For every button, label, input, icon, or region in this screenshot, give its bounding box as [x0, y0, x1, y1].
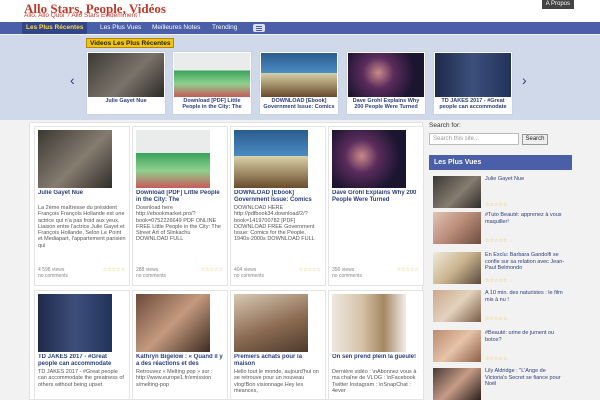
slider-prev-icon[interactable]: ‹: [70, 73, 75, 87]
popular-item[interactable]: #Tuto Beauté: apprenez à vous maquiller!…: [429, 210, 572, 246]
slide-item[interactable]: DOWNLOAD [Ebook] Government Issue: Comic…: [259, 51, 339, 115]
main-nav: Les Plus Récentes Les Plus Vues Meilleur…: [0, 22, 600, 34]
popular-thumbnail[interactable]: [433, 330, 481, 362]
search-button[interactable]: Search: [522, 134, 548, 145]
card-title[interactable]: Download [PDF] Little People in the City…: [136, 190, 224, 204]
card-excerpt: DOWNLOAD HERE http://pdfbook34.download/…: [234, 205, 315, 243]
video-card: Dave Grohl Explains Why 200 People Were …: [328, 126, 424, 286]
popular-title[interactable]: A 10 min. des naturistes : le film mis à…: [485, 290, 569, 303]
popular-item[interactable]: A 10 min. des naturistes : le film mis à…: [429, 288, 572, 324]
sidebar: Search for: Search this site... Search L…: [429, 122, 572, 400]
popular-title[interactable]: #Beauté: urine de jument ou botox?: [485, 330, 569, 343]
card-title[interactable]: On sen prend plein la gueule!: [332, 354, 420, 368]
video-grid: Julie Gayet Nue La 2ème maîtresse du pré…: [29, 122, 424, 400]
star-rating-icon[interactable]: ☆☆☆☆☆: [103, 267, 125, 273]
star-rating-icon[interactable]: ☆☆☆☆☆: [485, 202, 507, 208]
star-rating-icon[interactable]: ☆☆☆☆☆: [299, 267, 321, 273]
card-excerpt: Download here http://ebookmarket.pro/?bo…: [136, 205, 221, 243]
star-rating-icon[interactable]: ☆☆☆☆☆: [485, 238, 507, 244]
slide-item[interactable]: Download [PDF] Little People in the City…: [172, 51, 252, 115]
slide-item[interactable]: Julie Gayet Nue: [86, 51, 166, 115]
comment-count[interactable]: no comments: [38, 273, 68, 279]
slide-caption[interactable]: Download [PDF] Little People in the City…: [175, 98, 249, 112]
card-excerpt: Retrouvez « Melting pop » sur : http://w…: [136, 369, 213, 388]
video-thumbnail[interactable]: [38, 130, 112, 188]
site-header: Allo Stars, People, Vidéos Allo, Allo Qu…: [0, 0, 600, 22]
video-thumbnail[interactable]: [234, 294, 308, 352]
card-title[interactable]: TD JAKES 2017 - #Great people can accomm…: [38, 354, 126, 368]
slide-caption[interactable]: Julie Gayet Nue: [89, 98, 163, 112]
slide-caption[interactable]: TD JAKES 2017 - #Great people can accomm…: [436, 98, 510, 112]
video-card: On sen prend plein la gueule! Dernière v…: [328, 290, 424, 400]
video-thumbnail[interactable]: [234, 130, 308, 188]
site-tagline: Allo, Allo Quoi ? Allo Stars Evidemment …: [24, 12, 141, 19]
popular-item[interactable]: En Exclu: Barbara Gandolfi se confie sur…: [429, 250, 572, 286]
slide-caption[interactable]: Dave Grohl Explains Why 200 People Were …: [349, 98, 423, 112]
nav-item-most-viewed[interactable]: Les Plus Vues: [100, 22, 141, 34]
video-thumbnail[interactable]: [136, 294, 210, 352]
slide-item[interactable]: Dave Grohl Explains Why 200 People Were …: [346, 51, 426, 115]
popular-title[interactable]: Julie Gayet Nue: [485, 176, 569, 183]
comment-count[interactable]: no comments: [332, 273, 362, 279]
card-title[interactable]: Dave Grohl Explains Why 200 People Were …: [332, 190, 420, 204]
slide-item[interactable]: TD JAKES 2017 - #Great people can accomm…: [433, 51, 513, 115]
card-excerpt: TD JAKES 2017 - #Great people can accomm…: [38, 369, 124, 388]
video-thumbnail[interactable]: [435, 53, 511, 97]
card-title[interactable]: DOWNLOAD [Ebook] Government Issue: Comic…: [234, 190, 322, 204]
video-card: Download [PDF] Little People in the City…: [132, 126, 228, 286]
star-rating-icon[interactable]: ☆☆☆☆☆: [485, 278, 507, 284]
video-thumbnail[interactable]: [348, 53, 424, 97]
video-thumbnail[interactable]: [174, 53, 250, 97]
card-title[interactable]: Premiers achats pour la maison: [234, 354, 322, 368]
popular-title[interactable]: En Exclu: Barbara Gandolfi se confie sur…: [485, 252, 569, 272]
comment-count[interactable]: no comments: [136, 273, 166, 279]
video-thumbnail[interactable]: [38, 294, 112, 352]
star-rating-icon[interactable]: ☆☆☆☆☆: [485, 356, 507, 362]
about-link[interactable]: A Propos: [541, 0, 574, 9]
slider-label: Videos Les Plus Récentes: [86, 38, 175, 48]
video-card: TD JAKES 2017 - #Great people can accomm…: [34, 290, 130, 400]
video-card: DOWNLOAD [Ebook] Government Issue: Comic…: [230, 126, 326, 286]
comment-count[interactable]: no comments: [234, 273, 264, 279]
video-card: Julie Gayet Nue La 2ème maîtresse du pré…: [34, 126, 130, 286]
video-card: Premiers achats pour la maison Hello tou…: [230, 290, 326, 400]
video-thumbnail[interactable]: [332, 294, 406, 352]
video-thumbnail[interactable]: [136, 130, 210, 188]
star-rating-icon[interactable]: ☆☆☆☆☆: [201, 267, 223, 273]
popular-item[interactable]: Julie Gayet Nue ☆☆☆☆☆: [429, 174, 572, 210]
card-excerpt: Dernière vidéo : \nAbonnez vous à ma cha…: [332, 369, 417, 394]
popular-thumbnail[interactable]: [433, 290, 481, 322]
recent-videos-slider: Videos Les Plus Récentes ‹ › Julie Gayet…: [0, 35, 600, 120]
star-rating-icon[interactable]: ☆☆☆☆☆: [397, 267, 419, 273]
search-label: Search for:: [429, 122, 461, 129]
popular-thumbnail[interactable]: [433, 252, 481, 284]
video-card: Kathryn Bigelow : « Quand il y a des réa…: [132, 290, 228, 400]
card-excerpt: Hello tout le monde, aujourd'hui on se r…: [234, 369, 319, 394]
popular-item[interactable]: #Beauté: urine de jument ou botox? ☆☆☆☆☆: [429, 328, 572, 364]
nav-item-trending[interactable]: Trending: [212, 22, 237, 34]
card-title[interactable]: Julie Gayet Nue: [38, 190, 126, 204]
slider-next-icon[interactable]: ›: [522, 73, 527, 87]
popular-thumbnail[interactable]: [433, 176, 481, 208]
menu-toggle-icon[interactable]: [253, 24, 265, 32]
slide-caption[interactable]: DOWNLOAD [Ebook] Government Issue: Comic…: [262, 98, 336, 112]
card-excerpt: La 2ème maîtresse du président François …: [38, 205, 126, 249]
popular-title[interactable]: Lily Aldridge : "L'Ange de Victoria's Se…: [485, 368, 569, 388]
popular-thumbnail[interactable]: [433, 212, 481, 244]
card-title[interactable]: Kathryn Bigelow : « Quand il y a des réa…: [136, 354, 224, 368]
popular-thumbnail[interactable]: [433, 368, 481, 400]
nav-item-top-rated[interactable]: Meilleures Notes: [152, 22, 200, 34]
video-thumbnail[interactable]: [88, 53, 164, 97]
nav-item-recent[interactable]: Les Plus Récentes: [22, 22, 88, 34]
search-input[interactable]: Search this site...: [429, 133, 519, 145]
popular-item[interactable]: Lily Aldridge : "L'Ange de Victoria's Se…: [429, 366, 572, 400]
popular-title[interactable]: #Tuto Beauté: apprenez à vous maquiller!: [485, 212, 569, 225]
star-rating-icon[interactable]: ☆☆☆☆☆: [485, 316, 507, 322]
video-thumbnail[interactable]: [332, 130, 406, 188]
video-thumbnail[interactable]: [261, 53, 337, 97]
card-excerpt: [332, 205, 420, 255]
most-viewed-widget-title: Les Plus Vues: [429, 155, 572, 170]
